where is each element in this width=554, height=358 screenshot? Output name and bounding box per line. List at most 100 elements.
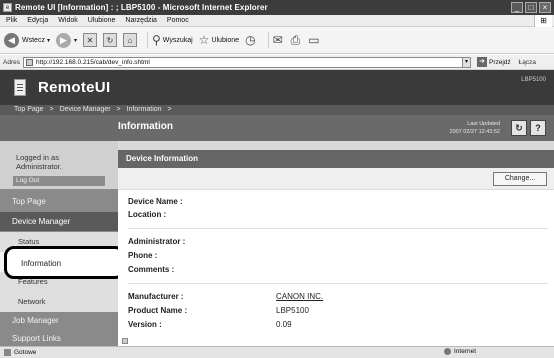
breadcrumb-top-page[interactable]: Top Page [14,106,44,113]
menu-bar: Plik Edycja Widok Ulubione Narzędzia Pom… [0,15,554,27]
product-name-label: Product Name : [128,306,188,315]
refresh-page-icon[interactable]: ↻ [102,33,117,47]
menu-narzedzia[interactable]: Narzędzia [125,17,157,24]
placeholder-image-icon [122,338,128,344]
field-phone: Phone : [128,250,548,262]
field-device-name: Device Name : [128,196,548,208]
help-icon[interactable]: ? [530,120,546,136]
print-icon[interactable]: ⎙ [291,33,301,48]
page-title-bar: Information Last Updated 2007 02/27 12:4… [0,115,554,141]
menu-pomoc[interactable]: Pomoc [167,17,189,24]
version-label: Version : [128,320,162,329]
field-comments: Comments : [128,264,548,276]
address-dropdown-icon[interactable]: ▾ [461,56,471,68]
field-manufacturer: Manufacturer : CANON INC. [128,291,548,303]
product-name-value: LBP5100 [276,306,309,315]
manufacturer-link[interactable]: CANON INC. [276,291,323,303]
remote-ui-logo: RemoteUI [38,79,111,96]
search-icon: ⚲ [151,33,161,47]
back-dropdown-icon[interactable]: ▾ [47,37,50,44]
location-label: Location : [128,210,167,219]
login-panel: Logged in as Administrator. Log Out [0,141,118,189]
window-controls: _ □ × [511,2,551,13]
toolbar-separator [146,32,148,48]
manufacturer-label: Manufacturer : [128,292,184,301]
star-icon: ☆ [198,33,210,47]
device-information-heading: Device Information [118,150,554,168]
breadcrumb-separator: > [116,106,121,113]
sidebar-item-network[interactable]: Network [0,292,118,312]
address-label: Adres [3,58,20,66]
back-label: Wstecz [22,36,45,44]
minimize-button[interactable]: _ [511,2,523,13]
favorites-label: Ulubione [211,36,240,44]
menu-widok[interactable]: Widok [58,17,77,24]
toolbar-separator [267,32,269,48]
forward-dropdown-icon[interactable]: ▾ [74,37,77,44]
remote-ui-header: RemoteUI LBP5100 [0,70,554,105]
breadcrumb-separator: > [167,106,172,113]
ie-app-icon: e [3,3,12,12]
stop-icon[interactable]: ✕ [82,33,97,47]
globe-icon [444,348,451,355]
browser-toolbar: ◀ Wstecz ▾ ▶ ▾ ✕ ↻ ⌂ ⚲ Wyszukaj ☆ Ulubio… [0,27,554,54]
sidebar-item-support-links[interactable]: Support Links [0,330,118,346]
logout-button[interactable]: Log Out [13,176,105,186]
search-button[interactable]: ⚲ Wyszukaj [152,33,193,47]
field-version: Version : 0.09 [128,319,548,331]
information-highlight-callout[interactable]: Information [4,246,125,279]
field-location: Location : [128,209,548,221]
window-title-bar: e Remote UI [Information] : ; LBP5100 - … [0,0,554,15]
last-updated-value: 2007 02/27 12:43:52 [449,129,500,135]
windows-logo-icon: ⊞ [534,15,552,27]
field-product-name: Product Name : LBP5100 [128,305,548,317]
security-zone: Internet [444,348,476,355]
close-button[interactable]: × [539,2,551,13]
last-updated: Last Updated 2007 02/27 12:43:52 [450,120,500,136]
sidebar-item-device-manager[interactable]: Device Manager [0,212,118,231]
version-value: 0.09 [276,320,292,329]
history-icon[interactable]: ◷ [245,33,255,47]
sidebar-item-job-manager[interactable]: Job Manager [0,312,118,330]
printer-name: LBP5100 [521,77,546,83]
home-icon[interactable]: ⌂ [122,33,137,47]
breadcrumb-separator: > [49,106,54,113]
section-divider [128,283,548,284]
forward-button[interactable]: ▶ ▾ [55,32,77,48]
mail-icon[interactable]: ✉ [273,33,283,47]
menu-edycja[interactable]: Edycja [27,17,48,24]
device-name-label: Device Name : [128,197,183,206]
comments-label: Comments : [128,265,175,274]
menu-ulubione[interactable]: Ulubione [88,17,116,24]
zone-text: Internet [454,348,477,355]
administrator-label: Administrator : [128,237,186,246]
breadcrumb-information: Information [126,106,162,113]
address-input[interactable]: http://192.168.0.215/cab/dev_info.shtml [22,56,463,68]
last-updated-label: Last Updated [467,121,500,127]
favorites-button[interactable]: ☆ Ulubione [199,33,239,47]
menu-plik[interactable]: Plik [6,17,17,24]
back-button[interactable]: ◀ Wstecz ▾ [4,32,50,48]
status-text: Gotowe [14,349,37,356]
page-icon [25,58,33,66]
sidebar-item-top-page[interactable]: Top Page [0,194,118,210]
breadcrumb-device-manager[interactable]: Device Manager [60,106,111,113]
device-information-panel: Change... Device Name : Location : Admin… [118,168,554,346]
printer-logo-icon [14,79,26,96]
information-menu-label: Information [21,259,62,268]
go-button[interactable]: ➜ Przejdź [476,57,511,67]
window-title: Remote UI [Information] : ; LBP5100 - Mi… [15,3,268,12]
sidebar: Logged in as Administrator. Log Out Top … [0,141,118,346]
refresh-icon[interactable]: ↻ [511,120,527,136]
page-done-icon [4,349,11,356]
links-button[interactable]: Łącza [519,59,536,66]
address-url: http://192.168.0.215/cab/dev_info.shtml [35,58,150,66]
go-label: Przejdź [488,58,511,66]
breadcrumb: Top Page > Device Manager > Information … [0,105,554,115]
change-button[interactable]: Change... [493,172,547,186]
page-title: Information [118,121,173,132]
address-bar: Adres http://192.168.0.215/cab/dev_info.… [0,55,554,70]
edit-icon[interactable]: ▭ [308,33,319,47]
maximize-button[interactable]: □ [525,2,537,13]
phone-label: Phone : [128,251,158,260]
